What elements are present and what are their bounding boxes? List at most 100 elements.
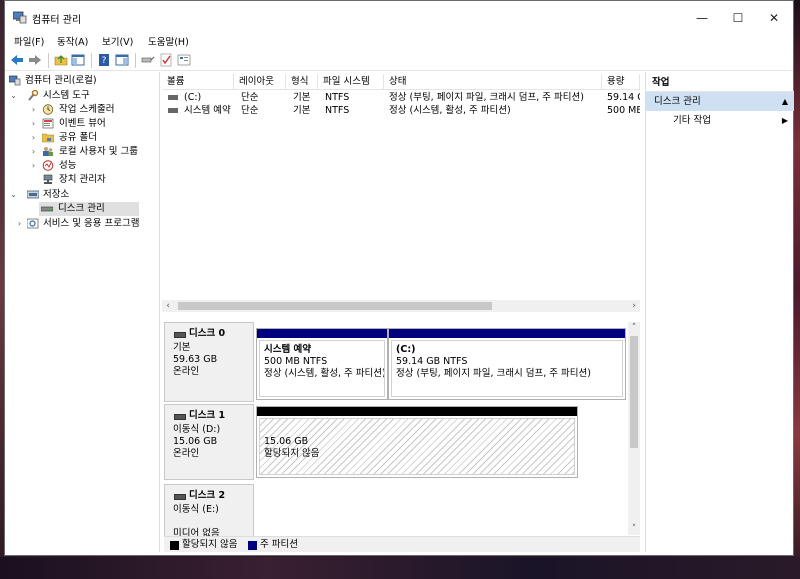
clock-icon [42, 104, 54, 115]
toolbar-separator [91, 53, 92, 68]
show-hide-console-tree-icon[interactable] [71, 53, 85, 67]
tree-item-disk-management[interactable]: 디스크 관리 [39, 202, 139, 216]
cell-type: 기본 [293, 92, 311, 103]
menu-view[interactable]: 보기(V) [102, 34, 133, 48]
column-header-file-system[interactable]: 파일 시스템 [318, 74, 384, 90]
chevron-right-icon[interactable]: › [29, 117, 38, 131]
partition-c[interactable]: (C:) 59.14 GB NTFS 정상 (부팅, 페이지 파일, 크래시 덤… [388, 328, 626, 400]
partition-unallocated[interactable]: 15.06 GB 할당되지 않음 [256, 406, 578, 478]
disk-type: 이동식 (E:) [173, 504, 219, 515]
menu-action[interactable]: 동작(A) [57, 34, 88, 48]
actions-section-disk-management[interactable]: 디스크 관리 ▲ [646, 92, 794, 111]
computer-management-icon [9, 75, 21, 86]
tree-label: 디스크 관리 [58, 203, 105, 214]
window-title: 컴퓨터 관리 [32, 15, 82, 26]
partition-size: 59.14 GB NTFS [396, 356, 468, 367]
properties-icon[interactable] [177, 53, 191, 67]
tree-label: 이벤트 뷰어 [59, 118, 106, 129]
partition-size: 15.06 GB [264, 436, 309, 447]
column-header-status[interactable]: 상태 [384, 74, 602, 90]
chevron-down-icon[interactable]: ⌄ [9, 89, 18, 103]
cell-file-system: NTFS [325, 92, 350, 103]
disk-management-pane: 볼륨 레이아웃 형식 파일 시스템 상태 용량 (C:) 단순 기본 NTFS … [162, 72, 640, 552]
scroll-right-icon[interactable]: › [628, 300, 640, 312]
legend-bar: 할당되지 않음 주 파티션 [164, 536, 640, 552]
chevron-down-icon[interactable]: ⌄ [9, 188, 18, 202]
action-more-actions[interactable]: 기타 작업 ▶ [646, 112, 794, 130]
scrollbar-thumb[interactable] [178, 302, 492, 310]
disk-name: 디스크 2 [173, 490, 253, 502]
performance-icon [42, 160, 54, 171]
action-label: 기타 작업 [673, 115, 711, 126]
table-row[interactable]: 시스템 예약 단순 기본 NTFS 정상 (시스템, 활성, 주 파티션) 50… [162, 104, 640, 117]
table-row[interactable]: (C:) 단순 기본 NTFS 정상 (부팅, 페이지 파일, 크래시 덤프, … [162, 91, 640, 104]
tree-label: 작업 스케줄러 [59, 104, 115, 115]
menu-help[interactable]: 도움말(H) [148, 34, 189, 48]
scroll-up-icon[interactable]: ˄ [628, 322, 640, 334]
vertical-scrollbar[interactable]: ˄ ˅ [628, 322, 640, 535]
volume-icon [168, 108, 178, 113]
scrollbar-thumb[interactable] [630, 336, 638, 448]
disk-row-1[interactable]: 디스크 1 이동식 (D:) 15.06 GB 온라인 15.06 GB 할당되… [164, 404, 628, 480]
cell-layout: 단순 [241, 105, 259, 116]
disk-size: 15.06 GB [173, 436, 218, 447]
disk-row-0[interactable]: 디스크 0 기본 59.63 GB 온라인 시스템 예약 500 MB NTFS… [164, 322, 628, 402]
partition-body: (C:) 59.14 GB NTFS 정상 (부팅, 페이지 파일, 크래시 덤… [391, 340, 623, 397]
disk-info-2[interactable]: 디스크 2 이동식 (E:) 미디어 없음 [164, 484, 254, 544]
column-header-layout[interactable]: 레이아웃 [234, 74, 286, 90]
cell-type: 기본 [293, 105, 311, 116]
chevron-right-icon[interactable]: › [29, 145, 38, 159]
chevron-right-icon[interactable]: › [29, 131, 38, 145]
primary-partition-bar [257, 329, 387, 338]
column-header-type[interactable]: 형식 [286, 74, 318, 90]
disk-name: 디스크 1 [173, 410, 253, 422]
tree-label: 서비스 및 응용 프로그램 [43, 218, 140, 229]
up-folder-icon[interactable] [54, 53, 68, 67]
disk-status: 온라인 [173, 448, 200, 459]
show-hide-action-pane-icon[interactable] [115, 53, 129, 67]
tree-label: 저장소 [43, 189, 70, 200]
checklist-icon[interactable] [159, 53, 173, 67]
chevron-right-icon[interactable]: › [15, 217, 24, 231]
desktop-background-bottom [0, 557, 800, 579]
actions-pane: 작업 디스크 관리 ▲ 기타 작업 ▶ [645, 72, 794, 552]
column-header-volume[interactable]: 볼륨 [162, 74, 234, 90]
connect-icon[interactable] [141, 53, 155, 67]
minimize-button[interactable]: — [683, 5, 721, 31]
back-arrow-icon[interactable] [10, 53, 24, 67]
help-icon[interactable]: ? [97, 53, 111, 67]
storage-icon [27, 190, 39, 199]
chevron-right-icon[interactable]: › [29, 103, 38, 117]
disk-row-2[interactable]: 디스크 2 이동식 (E:) 미디어 없음 [164, 484, 628, 544]
section-label: 디스크 관리 [654, 96, 701, 107]
close-button[interactable]: ✕ [755, 5, 793, 31]
collapse-up-icon[interactable]: ▲ [782, 92, 788, 111]
partition-system-reserved[interactable]: 시스템 예약 500 MB NTFS 정상 (시스템, 활성, 주 파티션) [256, 328, 388, 400]
svg-text:?: ? [102, 56, 107, 66]
cell-status: 정상 (부팅, 페이지 파일, 크래시 덤프, 주 파티션) [389, 92, 584, 103]
column-header-capacity[interactable]: 용량 [602, 74, 640, 90]
pane-splitter[interactable] [162, 314, 640, 322]
maximize-button[interactable]: ☐ [719, 5, 757, 31]
legend-swatch-primary [248, 541, 257, 550]
menu-file[interactable]: 파일(F) [14, 34, 44, 48]
computer-management-icon [13, 11, 27, 24]
computer-management-window: 컴퓨터 관리 — ☐ ✕ 파일(F) 동작(A) 보기(V) 도움말(H) ? … [4, 0, 794, 556]
tree-label: 공유 폴더 [59, 132, 97, 143]
forward-arrow-icon[interactable] [28, 53, 42, 67]
chevron-right-icon[interactable]: › [29, 159, 38, 173]
title-bar[interactable]: 컴퓨터 관리 — ☐ ✕ [5, 1, 793, 31]
scroll-down-icon[interactable]: ˅ [628, 523, 640, 535]
disk-management-icon [41, 206, 53, 212]
disk-info-0[interactable]: 디스크 0 기본 59.63 GB 온라인 [164, 322, 254, 402]
tree-label: 로컬 사용자 및 그룹 [59, 146, 138, 157]
cell-layout: 단순 [241, 92, 259, 103]
toolbar: ? [5, 49, 793, 71]
horizontal-scrollbar[interactable]: ‹ › [162, 300, 640, 312]
tree-label: 컴퓨터 관리(로컬) [25, 75, 97, 86]
device-manager-icon [43, 174, 53, 184]
scroll-left-icon[interactable]: ‹ [162, 300, 174, 312]
disk-info-1[interactable]: 디스크 1 이동식 (D:) 15.06 GB 온라인 [164, 404, 254, 480]
volume-table-header: 볼륨 레이아웃 형식 파일 시스템 상태 용량 [162, 74, 640, 90]
actions-header: 작업 [646, 74, 794, 92]
